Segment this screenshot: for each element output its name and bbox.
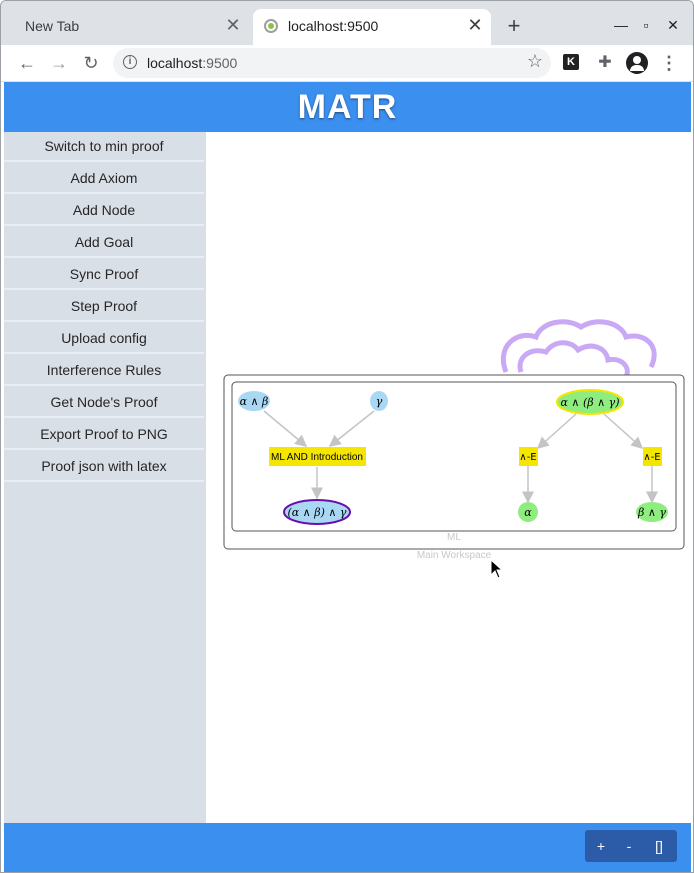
zoom-controls: + - [] [585, 830, 677, 862]
close-icon[interactable]: ✕ [223, 15, 243, 35]
mouse-cursor-icon [490, 559, 504, 579]
add-axiom-button[interactable]: Add Axiom [4, 164, 204, 194]
puzzle-icon[interactable]: ✚ [595, 53, 615, 73]
node-label: ∧-E [519, 452, 536, 463]
brain-logo-icon [500, 319, 657, 379]
sidebar: Switch to min proof Add Axiom Add Node A… [4, 132, 206, 823]
step-proof-button[interactable]: Step Proof [4, 292, 204, 322]
close-icon[interactable]: ✕ [465, 15, 485, 35]
interference-rules-button[interactable]: Interference Rules [4, 356, 204, 386]
node-label: γ [376, 395, 383, 408]
favicon-icon [264, 19, 278, 33]
node-label: α ∧ (β ∧ γ) [560, 396, 619, 409]
app-footer: + - [] [4, 823, 691, 872]
node-label: ML AND Introduction [271, 452, 363, 463]
minimize-icon[interactable]: — [609, 13, 633, 37]
maximize-icon[interactable]: ▫ [634, 13, 658, 37]
browser-toolbar: ← → ↻ i localhost:9500 ☆ K ✚ ⋮ [1, 45, 693, 82]
switch-to-min-proof-button[interactable]: Switch to min proof [4, 132, 204, 162]
back-arrow-icon[interactable]: ← [13, 49, 41, 77]
graph-canvas[interactable]: ML Main Workspace α ∧ β γ ML AND Introdu… [206, 132, 691, 823]
tab-new-tab[interactable]: New Tab ✕ [9, 9, 249, 45]
node-derived-alpha[interactable]: α [518, 502, 538, 522]
proof-graph[interactable]: ML Main Workspace α ∧ β γ ML AND Introdu… [206, 132, 691, 823]
zoom-out-button[interactable]: - [615, 830, 643, 862]
extension-k-icon[interactable]: K [563, 54, 579, 70]
add-node-button[interactable]: Add Node [4, 196, 204, 226]
get-nodes-proof-button[interactable]: Get Node's Proof [4, 388, 204, 418]
node-label: ∧-E [643, 452, 660, 463]
close-window-icon[interactable]: ✕ [661, 13, 685, 37]
node-axiom-ab[interactable]: α ∧ β [238, 391, 270, 411]
workspace-label-main: Main Workspace [417, 550, 492, 561]
node-rule-and-e-left[interactable]: ∧-E [519, 447, 538, 466]
proof-json-with-latex-button[interactable]: Proof json with latex [4, 452, 204, 482]
tab-title: localhost:9500 [288, 18, 379, 34]
node-premise[interactable]: α ∧ (β ∧ γ) [556, 389, 624, 415]
upload-config-button[interactable]: Upload config [4, 324, 204, 354]
workspace-label-ml: ML [447, 532, 461, 543]
tab-localhost[interactable]: localhost:9500 ✕ [253, 9, 491, 45]
node-goal-result[interactable]: (α ∧ β) ∧ γ [283, 499, 351, 525]
node-rule-ml-and-introduction[interactable]: ML AND Introduction [269, 447, 366, 466]
browser-window: New Tab ✕ localhost:9500 ✕ + — ▫ ✕ ← → ↻… [0, 0, 694, 873]
kebab-menu-icon[interactable]: ⋮ [659, 53, 679, 73]
star-icon[interactable]: ☆ [527, 51, 543, 72]
zoom-in-button[interactable]: + [587, 830, 615, 862]
app-header: MATR [4, 82, 691, 132]
plus-icon[interactable]: + [501, 13, 527, 39]
node-label: β ∧ γ [637, 506, 666, 519]
reload-icon[interactable]: ↻ [77, 49, 105, 77]
node-derived-bg[interactable]: β ∧ γ [636, 502, 668, 522]
profile-icon[interactable] [626, 52, 648, 74]
export-proof-to-png-button[interactable]: Export Proof to PNG [4, 420, 204, 450]
add-goal-button[interactable]: Add Goal [4, 228, 204, 258]
forward-arrow-icon[interactable]: → [45, 49, 73, 77]
node-label: α ∧ β [240, 395, 269, 408]
info-icon[interactable]: i [123, 55, 137, 69]
app-title: MATR [297, 88, 398, 126]
node-label: (α ∧ β) ∧ γ [287, 506, 346, 519]
url-text: localhost:9500 [147, 55, 238, 71]
tab-title: New Tab [25, 18, 80, 34]
node-label: α [524, 506, 532, 519]
node-axiom-gamma[interactable]: γ [370, 391, 388, 411]
fit-view-button[interactable]: [] [645, 830, 673, 862]
tab-strip: New Tab ✕ localhost:9500 ✕ + — ▫ ✕ [1, 1, 693, 45]
sync-proof-button[interactable]: Sync Proof [4, 260, 204, 290]
address-bar[interactable]: i localhost:9500 ☆ [113, 48, 551, 78]
node-rule-and-e-right[interactable]: ∧-E [643, 447, 662, 466]
